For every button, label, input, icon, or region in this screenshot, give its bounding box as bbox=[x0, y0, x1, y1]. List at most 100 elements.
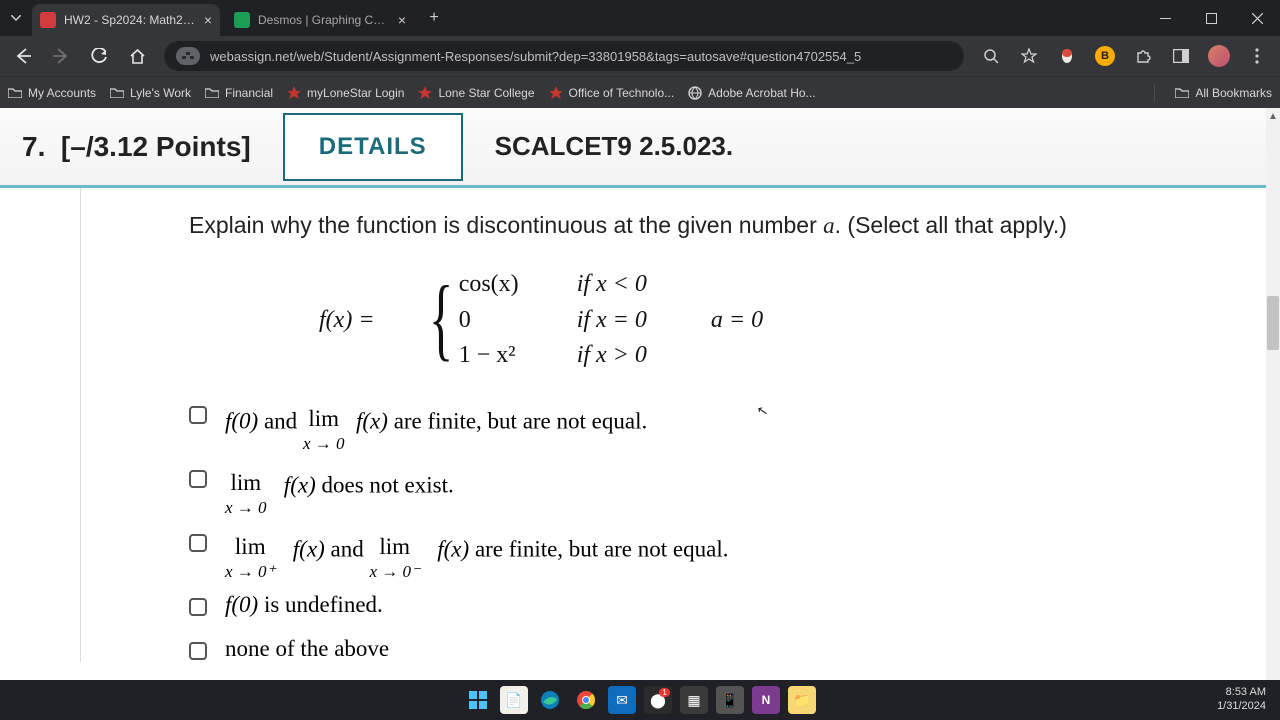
details-button[interactable]: DETAILS bbox=[283, 113, 463, 181]
home-button[interactable] bbox=[120, 39, 154, 73]
taskbar-edge[interactable] bbox=[536, 686, 564, 714]
taskbar-onenote[interactable]: N bbox=[752, 686, 780, 714]
maximize-button[interactable] bbox=[1188, 0, 1234, 36]
question-reference: SCALCET9 2.5.023. bbox=[495, 131, 733, 162]
a-value: a = 0 bbox=[711, 307, 763, 334]
separator bbox=[1154, 84, 1155, 102]
close-icon[interactable]: × bbox=[204, 12, 212, 28]
system-tray[interactable]: 8:53 AM 1/31/2024 bbox=[1217, 686, 1280, 714]
function-lhs: f(x) = bbox=[319, 307, 375, 334]
magnifier-icon bbox=[984, 49, 999, 64]
tab-webassign[interactable]: HW2 - Sp2024: Math2413-2… × bbox=[32, 4, 220, 36]
extensions-button[interactable] bbox=[1126, 39, 1160, 73]
tab-title: Desmos | Graphing Calculat… bbox=[258, 13, 390, 27]
pill-icon bbox=[1060, 48, 1074, 64]
back-button[interactable] bbox=[6, 39, 40, 73]
profile-avatar[interactable] bbox=[1202, 39, 1236, 73]
chrome-icon bbox=[576, 690, 596, 710]
tab-desmos[interactable]: Desmos | Graphing Calculat… × bbox=[226, 4, 414, 36]
url-bar[interactable]: webassign.net/web/Student/Assignment-Res… bbox=[164, 41, 964, 71]
bookmark-item[interactable]: Lone Star College bbox=[418, 86, 534, 100]
bookmark-label: Lyle's Work bbox=[130, 86, 191, 100]
page-content: ▲ 7. [–/3.12 Points] DETAILS SCALCET9 2.… bbox=[0, 108, 1280, 680]
function-definition: f(x) = { cos(x)if x < 0 0if x = 0 1 − x²… bbox=[319, 267, 1280, 374]
option-4: f(0) is undefined. bbox=[189, 592, 1280, 618]
taskbar-explorer[interactable]: 📁 bbox=[788, 686, 816, 714]
bookmark-label: Adobe Acrobat Ho... bbox=[708, 86, 815, 100]
new-tab-button[interactable]: + bbox=[420, 4, 448, 32]
favicon-icon bbox=[40, 12, 56, 28]
bookmark-label: Office of Technolo... bbox=[569, 86, 675, 100]
chevron-down-icon bbox=[11, 15, 21, 21]
bookmark-label: Lone Star College bbox=[438, 86, 534, 100]
site-settings-icon[interactable] bbox=[176, 47, 200, 65]
option-text: f(0) is undefined. bbox=[225, 592, 383, 618]
question-body: Explain why the function is discontinuou… bbox=[80, 188, 1280, 662]
reload-button[interactable] bbox=[82, 39, 116, 73]
favicon-icon bbox=[234, 12, 250, 28]
checkbox[interactable] bbox=[189, 470, 207, 488]
arrow-right-icon bbox=[52, 47, 70, 65]
start-button[interactable] bbox=[464, 686, 492, 714]
bookmark-star-button[interactable] bbox=[1012, 39, 1046, 73]
bookmark-label: All Bookmarks bbox=[1195, 86, 1272, 100]
arrow-left-icon bbox=[14, 47, 32, 65]
checkbox[interactable] bbox=[189, 534, 207, 552]
close-icon[interactable]: × bbox=[398, 12, 406, 28]
zoom-button[interactable] bbox=[974, 39, 1008, 73]
chrome-menu-button[interactable] bbox=[1240, 39, 1274, 73]
piece-cond: if x < 0 bbox=[577, 267, 647, 303]
taskbar-outlook[interactable]: ✉ bbox=[608, 686, 636, 714]
bookmark-folder[interactable]: Financial bbox=[205, 86, 273, 100]
star-site-icon bbox=[418, 86, 432, 100]
extension-icon-2[interactable]: B bbox=[1088, 39, 1122, 73]
star-site-icon bbox=[549, 86, 563, 100]
all-bookmarks-button[interactable]: All Bookmarks bbox=[1175, 86, 1272, 100]
checkbox[interactable] bbox=[189, 642, 207, 660]
browser-titlebar: HW2 - Sp2024: Math2413-2… × Desmos | Gra… bbox=[0, 0, 1280, 36]
browser-toolbar: webassign.net/web/Student/Assignment-Res… bbox=[0, 36, 1280, 76]
taskbar-chrome[interactable] bbox=[572, 686, 600, 714]
bookmark-item[interactable]: Adobe Acrobat Ho... bbox=[688, 86, 815, 100]
scroll-up-button[interactable]: ▲ bbox=[1266, 108, 1280, 124]
bookmark-folder[interactable]: My Accounts bbox=[8, 86, 96, 100]
checkbox[interactable] bbox=[189, 598, 207, 616]
extension-icon-1[interactable] bbox=[1050, 39, 1084, 73]
option-text: limx → 0 f(x) does not exist. bbox=[225, 464, 454, 510]
taskbar-app[interactable]: 📄 bbox=[500, 686, 528, 714]
maximize-icon bbox=[1206, 13, 1217, 24]
bookmark-label: Financial bbox=[225, 86, 273, 100]
option-5: none of the above bbox=[189, 636, 1280, 662]
taskbar-app-3[interactable]: ▦ bbox=[680, 686, 708, 714]
bookmark-label: myLoneStar Login bbox=[307, 86, 404, 100]
piece-expr: cos(x) bbox=[459, 267, 551, 303]
folder-icon bbox=[205, 87, 219, 98]
bookmark-folder[interactable]: Lyle's Work bbox=[110, 86, 191, 100]
kebab-icon bbox=[1255, 48, 1259, 64]
edge-icon bbox=[540, 690, 560, 710]
minimize-button[interactable] bbox=[1142, 0, 1188, 36]
taskbar-app-4[interactable]: 📱 bbox=[716, 686, 744, 714]
option-1: f(0)f(0) and and limx → 0 f(x) are finit… bbox=[189, 400, 1280, 446]
star-site-icon bbox=[287, 86, 301, 100]
bookmark-label: My Accounts bbox=[28, 86, 96, 100]
forward-button[interactable] bbox=[44, 39, 78, 73]
taskbar-app-2[interactable]: ⬤1 bbox=[644, 686, 672, 714]
checkbox[interactable] bbox=[189, 406, 207, 424]
sidepanel-button[interactable] bbox=[1164, 39, 1198, 73]
question-header: 7. [–/3.12 Points] DETAILS SCALCET9 2.5.… bbox=[0, 108, 1280, 188]
tab-title: HW2 - Sp2024: Math2413-2… bbox=[64, 13, 196, 27]
bookmark-item[interactable]: myLoneStar Login bbox=[287, 86, 404, 100]
star-icon bbox=[1021, 48, 1037, 64]
option-text: none of the above bbox=[225, 636, 389, 662]
folder-icon bbox=[1175, 87, 1189, 98]
windows-icon bbox=[469, 691, 487, 709]
question-number: 7. [–/3.12 Points] bbox=[22, 131, 251, 163]
piece-expr: 1 − x² bbox=[459, 338, 551, 374]
bookmark-item[interactable]: Office of Technolo... bbox=[549, 86, 675, 100]
left-brace-icon: { bbox=[428, 279, 452, 357]
close-window-button[interactable] bbox=[1234, 0, 1280, 36]
folder-icon bbox=[110, 87, 124, 98]
clock-date: 1/31/2024 bbox=[1217, 700, 1266, 714]
tabs-dropdown-button[interactable] bbox=[0, 4, 32, 32]
